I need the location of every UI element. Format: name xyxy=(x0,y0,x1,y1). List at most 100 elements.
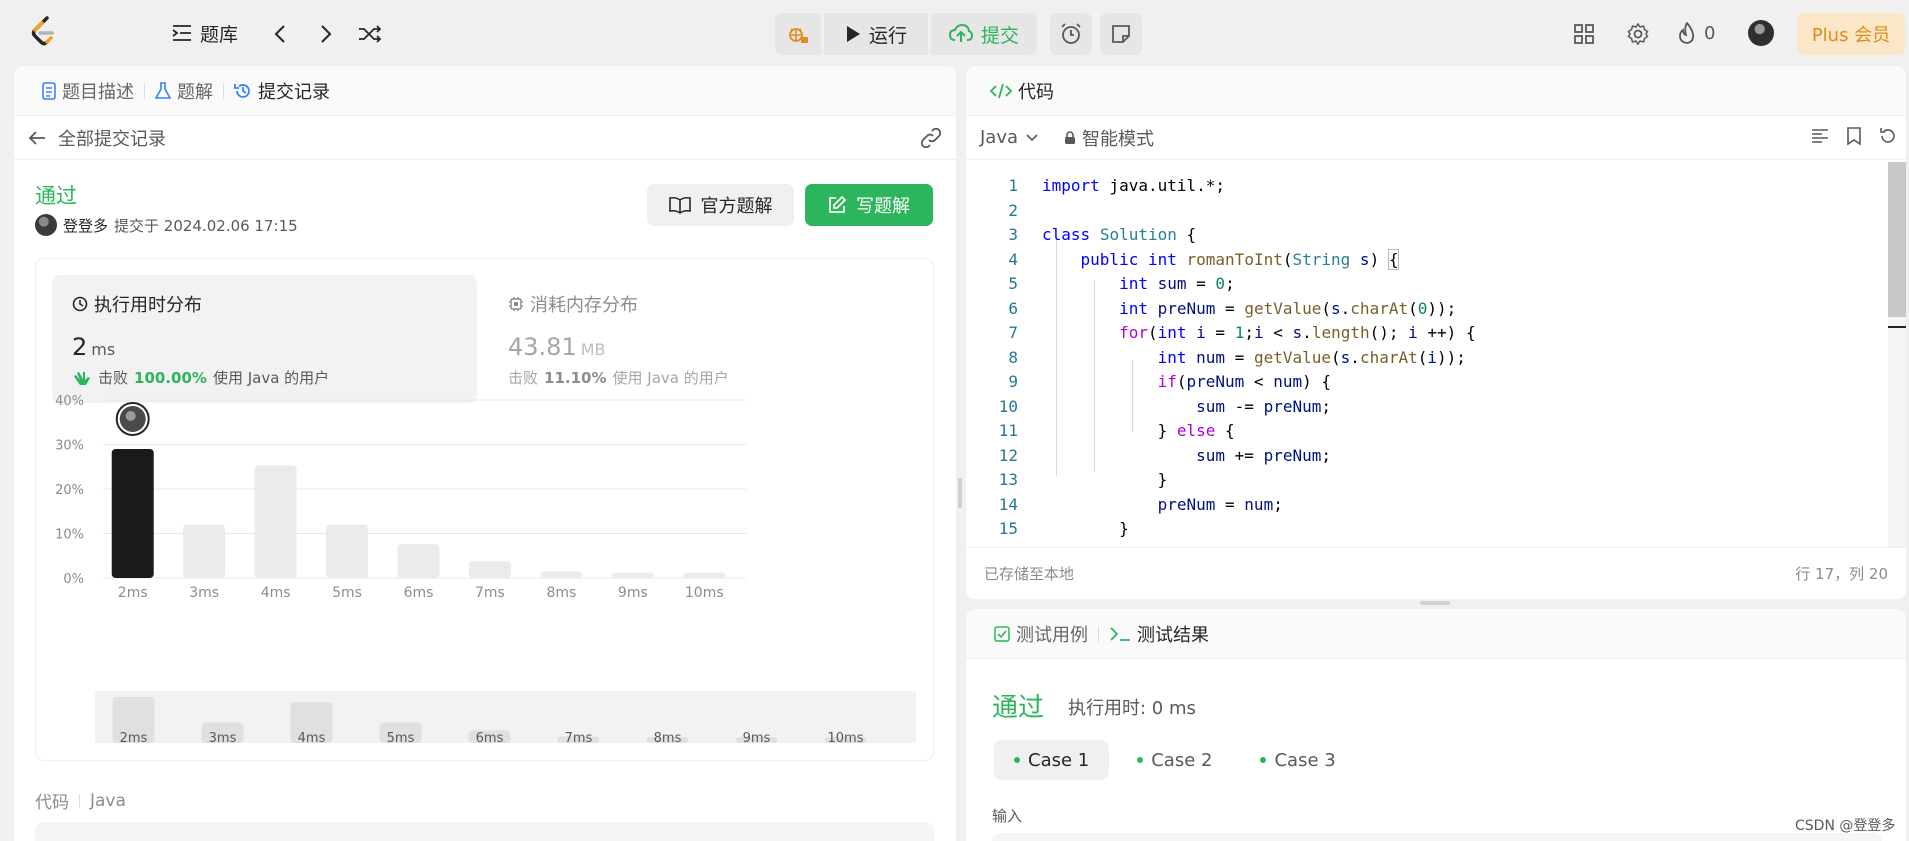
bar xyxy=(397,544,440,578)
code-line: 9 if(preNum < num) { xyxy=(966,370,1886,394)
tab-code-label: 代码 xyxy=(1018,81,1054,103)
y-tick-label: 0% xyxy=(63,572,84,587)
overview-tick-label: 7ms xyxy=(565,731,593,746)
overview-tick-label: 5ms xyxy=(387,731,415,746)
x-tick-label: 4ms xyxy=(261,585,291,601)
submit-button[interactable]: 提交 xyxy=(931,13,1037,55)
code-line: 13 } xyxy=(966,468,1886,492)
code-text: sum += preNum; xyxy=(1196,446,1331,465)
tab-testcase[interactable]: 测试用例 xyxy=(984,621,1098,647)
all-submissions-back-button[interactable]: 全部提交记录 xyxy=(28,125,166,151)
run-submit-group: 运行 提交 xyxy=(775,13,1037,55)
notes-button[interactable] xyxy=(1100,13,1142,55)
line-number: 5 xyxy=(1008,274,1018,293)
reset-icon[interactable] xyxy=(1878,126,1898,146)
horizontal-splitter-handle[interactable] xyxy=(1420,601,1450,605)
editor-scrollbar-thumb[interactable] xyxy=(1888,162,1906,317)
bar xyxy=(540,571,583,578)
result-tabbar: 测试用例 测试结果 xyxy=(966,609,1906,659)
line-number: 3 xyxy=(1008,225,1018,244)
case-tab[interactable]: Case 3 xyxy=(1240,740,1355,780)
tab-submissions-label: 提交记录 xyxy=(258,81,330,103)
chevron-left-icon xyxy=(274,25,285,43)
code-tabbar: 代码 xyxy=(966,66,1906,116)
next-problem-button[interactable] xyxy=(306,14,346,54)
editor-actions xyxy=(1810,126,1898,146)
shuffle-icon xyxy=(359,25,382,43)
settings-button[interactable] xyxy=(1618,14,1658,54)
vertical-splitter-handle[interactable] xyxy=(958,478,962,508)
language-select[interactable]: Java xyxy=(980,127,1038,148)
code-editor[interactable]: 1 import java.util.*; 2 3 class Solution {… xyxy=(966,162,1906,547)
layout-button[interactable] xyxy=(1564,14,1604,54)
code-text: } xyxy=(1042,470,1168,489)
case-tab[interactable]: Case 2 xyxy=(1117,740,1232,780)
x-tick-label: 9ms xyxy=(618,585,648,601)
bookmark-icon[interactable] xyxy=(1846,126,1862,146)
smart-mode-toggle[interactable]: 智能模式 xyxy=(1064,125,1154,151)
code-text: sum -= preNum; xyxy=(1196,397,1331,416)
x-tick-label: 5ms xyxy=(332,585,362,601)
line-number: 7 xyxy=(1008,323,1018,342)
prev-problem-button[interactable] xyxy=(260,14,300,54)
submitted-code-header: 代码 Java xyxy=(35,788,126,814)
y-tick-label: 30% xyxy=(55,439,84,454)
flask-icon xyxy=(155,81,171,99)
code-text: import java.util.*; xyxy=(1042,176,1226,195)
tab-submissions[interactable]: 提交记录 xyxy=(224,78,340,104)
code-text: int preNum = getValue(s.charAt(0)); xyxy=(1119,299,1457,318)
tab-description[interactable]: 题目描述 xyxy=(32,78,144,104)
timer-button[interactable] xyxy=(1050,13,1092,55)
link-icon[interactable] xyxy=(920,128,942,148)
submitted-time: 提交于 2024.02.06 17:15 xyxy=(114,216,298,235)
author-name[interactable]: 登登多 xyxy=(63,215,108,236)
code-label: 代码 xyxy=(35,793,69,813)
list-icon xyxy=(172,25,191,41)
all-submissions-label: 全部提交记录 xyxy=(58,128,166,150)
edit-icon xyxy=(829,196,846,213)
line-number: 13 xyxy=(998,470,1018,489)
code-line: 3 class Solution { xyxy=(966,223,1886,247)
format-icon[interactable] xyxy=(1810,126,1830,146)
overview-tick-label: 3ms xyxy=(209,731,237,746)
submission-meta: 登登多 提交于 2024.02.06 17:15 xyxy=(35,214,298,236)
pass-dot xyxy=(1260,757,1267,763)
case-tab[interactable]: Case 1 xyxy=(994,740,1110,780)
streak-counter[interactable]: 0 xyxy=(1678,16,1715,50)
problem-list-button[interactable]: 题库 xyxy=(172,16,238,50)
line-number: 10 xyxy=(998,397,1018,416)
alarm-clock-icon xyxy=(1061,23,1081,44)
official-solution-button[interactable]: 官方题解 xyxy=(647,184,794,226)
tab-code[interactable]: 代码 xyxy=(980,78,1064,104)
overview-tick-label: 6ms xyxy=(476,731,504,746)
user-avatar[interactable] xyxy=(1748,20,1774,46)
streak-count: 0 xyxy=(1704,22,1716,44)
write-solution-button[interactable]: 写题解 xyxy=(805,184,933,226)
overview-tick-label: 2ms xyxy=(120,731,148,746)
line-number: 9 xyxy=(1008,372,1018,391)
code-line: 2 xyxy=(966,199,1886,223)
book-open-icon xyxy=(668,196,691,214)
plus-membership-button[interactable]: Plus 会员 xyxy=(1797,13,1905,55)
tab-solutions[interactable]: 题解 xyxy=(145,78,223,104)
input-value-box xyxy=(992,833,1882,841)
author-avatar[interactable] xyxy=(35,214,57,236)
bar xyxy=(683,572,726,578)
play-icon xyxy=(846,26,860,42)
x-tick-label: 8ms xyxy=(546,585,576,601)
overview-tick-label: 9ms xyxy=(743,731,771,746)
random-problem-button[interactable] xyxy=(350,14,390,54)
left-tabbar: 题目描述 题解 提交记录 xyxy=(14,66,956,116)
run-button[interactable]: 运行 xyxy=(824,13,928,55)
bar xyxy=(183,524,226,578)
scroll-position-marker xyxy=(1888,326,1906,328)
pass-dot xyxy=(1014,757,1020,763)
code-line: 8 int num = getValue(s.charAt(i)); xyxy=(966,346,1886,370)
x-tick-label: 7ms xyxy=(475,585,505,601)
leetcode-logo[interactable] xyxy=(28,15,58,49)
debug-button[interactable] xyxy=(775,13,821,55)
tab-test-result[interactable]: 测试结果 xyxy=(1099,621,1219,647)
saved-status: 已存储至本地 xyxy=(984,565,1075,583)
run-label: 运行 xyxy=(868,24,907,47)
code-text: if(preNum < num) { xyxy=(1157,372,1332,391)
